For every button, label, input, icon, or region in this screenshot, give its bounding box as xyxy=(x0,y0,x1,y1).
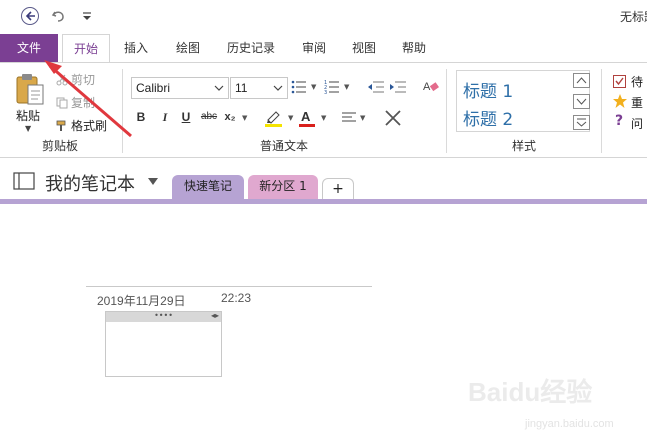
tag-important-label[interactable]: 重 xyxy=(631,94,643,111)
todo-tag-icon[interactable] xyxy=(613,75,626,88)
font-color-icon[interactable]: A xyxy=(298,108,316,128)
svg-text:3: 3 xyxy=(324,90,327,95)
italic-button[interactable]: I xyxy=(158,108,172,126)
title-bar: 无标题 xyxy=(0,0,647,32)
font-name-value: Calibri xyxy=(136,81,171,95)
style-heading-1[interactable]: 标题 1 xyxy=(463,77,513,102)
styles-gallery[interactable]: 标题 1 标题 2 xyxy=(456,70,590,132)
font-name-combo[interactable]: Calibri xyxy=(131,77,229,99)
increase-indent-icon[interactable] xyxy=(389,79,406,95)
chevron-down-icon xyxy=(214,85,224,91)
page-time: 22:23 xyxy=(221,291,252,305)
numbering-icon[interactable]: 123 xyxy=(324,79,340,96)
subscript-button[interactable]: x₂ xyxy=(222,108,238,126)
bold-button[interactable]: B xyxy=(134,108,148,126)
section-tab-quick-notes[interactable]: 快速笔记 xyxy=(172,175,244,200)
subscript-dropdown-icon[interactable]: ▼ xyxy=(242,114,247,122)
strikethrough-button[interactable]: abc xyxy=(199,108,219,126)
ribbon-home: 粘贴 ▼ 剪切 复制 格式刷 剪贴板 Calibri 11 ▼ 123 ▼ A … xyxy=(0,62,647,158)
highlighter-icon[interactable] xyxy=(264,108,284,128)
back-icon[interactable] xyxy=(21,7,39,25)
align-icon[interactable] xyxy=(341,110,357,126)
styles-scroll-down-icon[interactable] xyxy=(573,94,590,109)
notebook-name[interactable]: 我的笔记本 xyxy=(45,170,135,196)
star-icon[interactable] xyxy=(612,93,628,109)
group-separator xyxy=(446,69,447,153)
tab-view[interactable]: 视图 xyxy=(344,34,384,62)
note-container[interactable]: •••• ◂▸ xyxy=(105,311,222,377)
numbering-dropdown-icon[interactable]: ▼ xyxy=(344,83,349,91)
tab-review[interactable]: 审阅 xyxy=(294,34,334,62)
customize-quick-access-icon[interactable] xyxy=(80,9,94,23)
page-canvas[interactable]: 2019年11月29日 22:23 •••• ◂▸ Baidu经验 jingya… xyxy=(0,204,647,446)
copy-button[interactable]: 复制 xyxy=(56,94,95,111)
bullets-icon[interactable] xyxy=(291,79,307,95)
group-separator xyxy=(601,69,602,153)
chevron-down-icon xyxy=(273,85,283,91)
page-title-line[interactable] xyxy=(86,286,372,287)
svg-text:A: A xyxy=(301,109,311,124)
font-color-dropdown-icon[interactable]: ▼ xyxy=(321,114,326,122)
basic-text-group-label: 普通文本 xyxy=(260,139,309,153)
font-size-combo[interactable]: 11 xyxy=(230,77,288,99)
decrease-indent-icon[interactable] xyxy=(367,79,384,95)
align-dropdown-icon[interactable]: ▼ xyxy=(360,114,365,122)
note-drag-handle[interactable]: •••• ◂▸ xyxy=(106,312,221,322)
copy-label: 复制 xyxy=(71,96,96,110)
question-icon[interactable]: ? xyxy=(615,113,623,129)
group-separator xyxy=(122,69,123,153)
notebook-bar: 我的笔记本 快速笔记 新分区 1 + xyxy=(0,158,647,200)
paste-icon[interactable] xyxy=(14,71,46,107)
tab-history[interactable]: 历史记录 xyxy=(220,34,282,62)
drag-handle-dots: •••• xyxy=(154,311,173,320)
font-size-value: 11 xyxy=(235,81,248,95)
styles-scroll-up-icon[interactable] xyxy=(573,73,590,88)
watermark-logo: Baidu经验 xyxy=(468,377,593,407)
cut-button[interactable]: 剪切 xyxy=(56,71,95,88)
undo-icon[interactable] xyxy=(50,7,68,25)
tab-file[interactable]: 文件 xyxy=(0,34,58,62)
ribbon-tabs: 文件 开始 插入 绘图 历史记录 审阅 视图 帮助 xyxy=(0,34,647,64)
format-painter-button[interactable]: 格式刷 xyxy=(56,117,107,134)
tab-draw[interactable]: 绘图 xyxy=(168,34,208,62)
tag-todo-label[interactable]: 待 xyxy=(631,73,643,90)
tab-help[interactable]: 帮助 xyxy=(394,34,434,62)
styles-expand-icon[interactable] xyxy=(573,115,590,130)
clear-formatting-icon[interactable]: A xyxy=(423,78,439,94)
copy-icon xyxy=(56,97,68,109)
format-painter-label: 格式刷 xyxy=(71,119,108,133)
style-heading-2[interactable]: 标题 2 xyxy=(463,105,513,130)
notebook-icon[interactable] xyxy=(13,172,35,190)
underline-button[interactable]: U xyxy=(179,108,193,126)
styles-group-label: 样式 xyxy=(512,139,537,153)
page-date: 2019年11月29日 xyxy=(97,294,186,308)
watermark-url: jingyan.baidu.com xyxy=(525,418,614,430)
tag-question-label[interactable]: 问 xyxy=(631,115,643,132)
scissors-icon xyxy=(56,74,68,86)
tab-insert[interactable]: 插入 xyxy=(116,34,156,62)
delete-icon[interactable] xyxy=(384,109,402,127)
resize-handle-icon[interactable]: ◂▸ xyxy=(211,312,219,320)
add-section-button[interactable]: + xyxy=(322,178,354,200)
svg-text:A: A xyxy=(423,81,431,93)
tab-home[interactable]: 开始 xyxy=(62,34,110,64)
bullets-dropdown-icon[interactable]: ▼ xyxy=(311,83,316,91)
clipboard-group-label: 剪贴板 xyxy=(42,139,79,153)
paste-button[interactable]: 粘贴 xyxy=(16,107,40,124)
window-title: 无标题 xyxy=(620,10,647,24)
cut-label: 剪切 xyxy=(71,73,96,87)
highlighter-dropdown-icon[interactable]: ▼ xyxy=(288,114,293,122)
paintbrush-icon xyxy=(56,120,68,132)
section-tab-new-section-1[interactable]: 新分区 1 xyxy=(248,175,318,200)
paste-dropdown-icon[interactable]: ▼ xyxy=(25,124,31,133)
notebook-dropdown-icon[interactable] xyxy=(148,178,158,185)
